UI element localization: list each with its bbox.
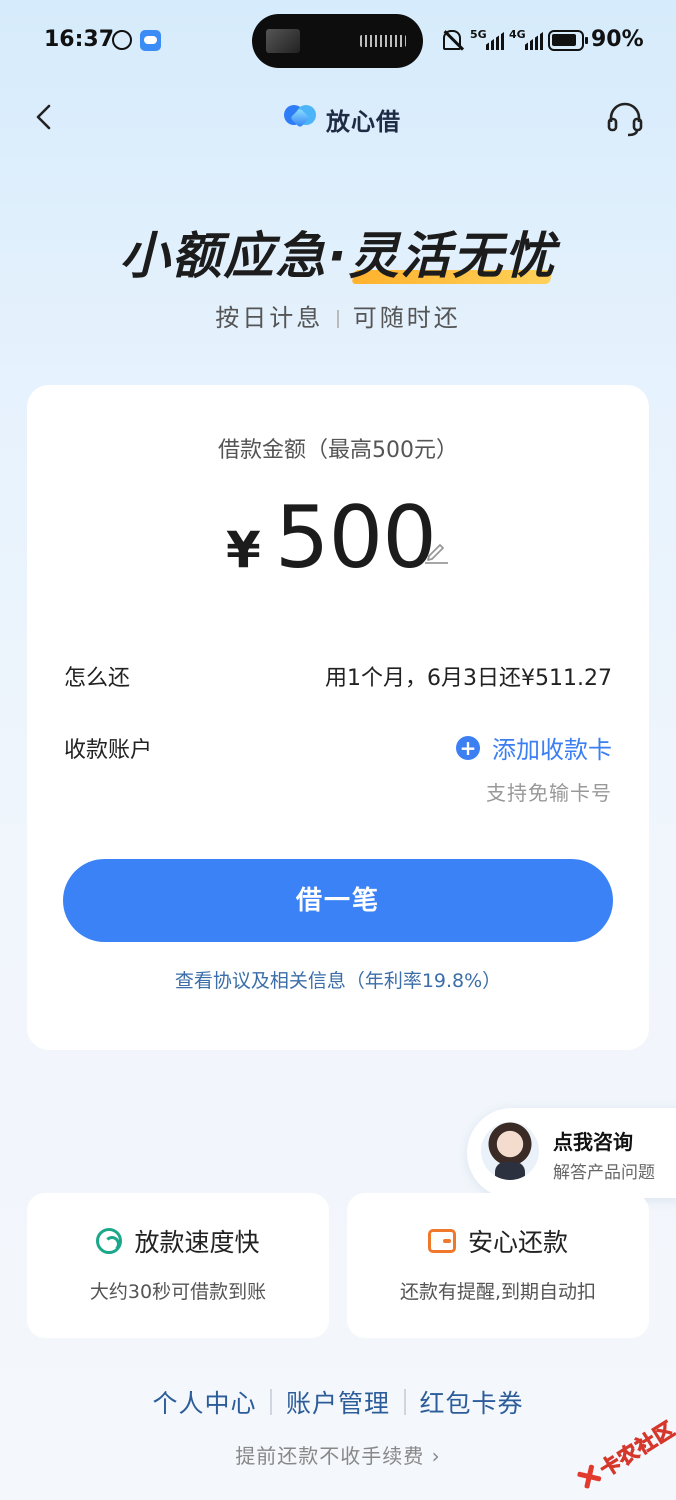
status-bar: 16:37 5G 4G 90%	[0, 0, 676, 80]
account-label: 收款账户	[64, 738, 153, 763]
footer-link-account-management[interactable]: 账户管理	[272, 1384, 404, 1420]
chevron-left-icon[interactable]	[32, 104, 58, 130]
feature-card-speed: 放款速度快 大约30秒可借款到账	[27, 1193, 329, 1338]
feature-title: 放款速度快	[27, 1223, 329, 1259]
audio-wave-icon	[360, 35, 406, 47]
status-time: 16:37	[44, 27, 115, 52]
dynamic-island[interactable]	[252, 14, 423, 68]
message-icon	[140, 30, 161, 51]
brand-logo-icon	[284, 105, 318, 133]
feature-desc: 大约30秒可借款到账	[89, 1281, 267, 1303]
amount-label: 借款金额（最高500元）	[218, 438, 458, 463]
hero-title-part1: 小额应急·	[119, 227, 349, 285]
agreement-link[interactable]: 查看协议及相关信息（年利率19.8%）	[0, 966, 676, 993]
hero-sub-part2: 可随时还	[352, 304, 461, 332]
speed-gauge-icon	[96, 1228, 123, 1254]
loan-card	[27, 385, 649, 1050]
network-label-1: 5G	[470, 28, 487, 41]
signal-5g-icon: 5G	[470, 28, 504, 52]
hero-title: 小额应急·灵活无忧	[0, 216, 676, 288]
brand-name: 放心借	[326, 107, 401, 136]
add-card-hint: 支持免输卡号	[486, 781, 612, 805]
footer-links: 个人中心 账户管理 红包卡券	[0, 1384, 676, 1420]
battery-icon	[548, 30, 588, 51]
agent-avatar	[481, 1122, 539, 1180]
divider	[337, 310, 339, 328]
music-artwork-icon	[266, 29, 300, 53]
hero-title-accent: 灵活无忧	[349, 216, 557, 288]
consult-bubble[interactable]: 点我咨询 解答产品问题	[467, 1108, 676, 1198]
feature-title: 安心还款	[347, 1223, 649, 1259]
footer-link-personal-center[interactable]: 个人中心	[138, 1384, 270, 1420]
add-card-label: 添加收款卡	[492, 736, 612, 764]
repay-plan[interactable]: 用1个月，6月3日还¥511.27	[325, 660, 612, 692]
edit-pencil-icon[interactable]	[423, 538, 449, 564]
borrow-button[interactable]: 借一笔	[63, 859, 613, 942]
feature-desc: 还款有提醒,到期自动扣	[399, 1281, 597, 1303]
consult-title: 点我咨询	[553, 1130, 633, 1154]
watermark-text: 卡农社区	[595, 1416, 676, 1482]
amount-display[interactable]: ¥ 500	[226, 488, 437, 588]
feature-card-repay: 安心还款 还款有提醒,到期自动扣	[347, 1193, 649, 1338]
alarm-icon	[112, 30, 132, 50]
plus-circle-icon: +	[456, 735, 480, 760]
consult-subtitle: 解答产品问题	[553, 1163, 655, 1183]
repay-label: 怎么还	[64, 666, 131, 691]
hero-subtitle: 按日计息 可随时还	[0, 298, 676, 333]
currency-symbol: ¥	[226, 521, 261, 579]
add-card-button[interactable]: + 添加收款卡	[456, 730, 612, 765]
signal-4g-icon: 4G	[509, 28, 543, 52]
brand: 放心借	[284, 104, 401, 136]
feature-title-text: 安心还款	[467, 1228, 568, 1257]
headset-icon[interactable]	[606, 102, 644, 138]
wallet-icon	[427, 1229, 456, 1253]
amount-value: 500	[274, 488, 437, 588]
bell-muted-icon	[443, 30, 461, 50]
battery-percent: 90%	[591, 27, 644, 52]
hero-sub-part1: 按日计息	[215, 304, 324, 332]
feature-title-text: 放款速度快	[134, 1228, 260, 1257]
footer-link-coupons[interactable]: 红包卡券	[406, 1384, 538, 1420]
network-label-2: 4G	[509, 28, 526, 41]
